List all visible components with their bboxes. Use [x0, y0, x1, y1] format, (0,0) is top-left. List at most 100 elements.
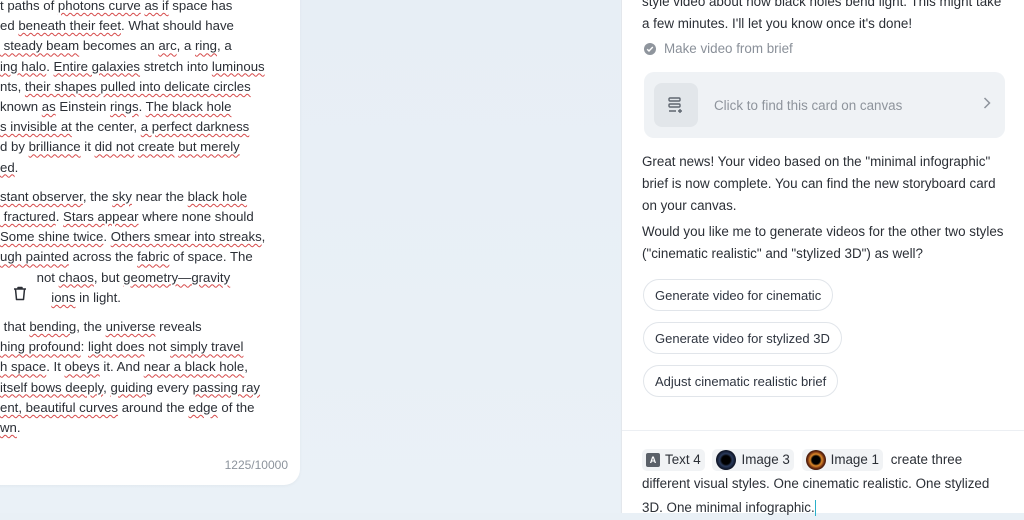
- text-card-body[interactable]: t paths of photons curve as if space has…: [0, 0, 300, 447]
- misspelled-text: rings: [109, 99, 139, 115]
- text-run: , the: [82, 188, 113, 204]
- text-run: d by: [0, 139, 29, 155]
- text-run: of space. The: [169, 249, 253, 265]
- misspelled-text: light does: [88, 339, 145, 355]
- text-run: Einstein: [55, 99, 110, 115]
- text-run: nts,: [0, 78, 25, 94]
- text-run: .: [14, 159, 19, 175]
- text-run: in light.: [75, 289, 121, 305]
- misspelled-text: simply travel: [170, 339, 244, 355]
- misspelled-text: Others smear into streaks: [110, 229, 262, 245]
- misspelled-text: near a black hole: [143, 359, 245, 375]
- text-paragraph: stant observer, the sky near the black h…: [0, 187, 300, 308]
- misspelled-text: geometry—gravity: [123, 269, 231, 285]
- misspelled-text: itself bows deeply: [0, 379, 104, 395]
- chat-panel: style video about how black holes bend l…: [621, 0, 1024, 517]
- misspelled-text: their shapes pulled into delicate circle…: [24, 78, 251, 94]
- step-label: Make video from brief: [664, 41, 793, 56]
- misspelled-text: beneath their feet: [18, 18, 121, 34]
- tag-label: Image 1: [830, 452, 879, 468]
- misspelled-text: a perfect darkness: [140, 119, 250, 135]
- text-run: known: [0, 99, 42, 115]
- misspelled-text: ing halo: [0, 58, 47, 74]
- misspelled-text: passing ray: [192, 379, 261, 395]
- misspelled-text: black hole: [187, 188, 248, 204]
- misspelled-text: The black hole: [145, 99, 232, 115]
- text-run: it: [80, 139, 95, 155]
- misspelled-text: as: [41, 99, 56, 115]
- misspelled-text: wn: [0, 420, 17, 436]
- find-card-label: Click to find this card on canvas: [714, 97, 903, 113]
- chat-input[interactable]: A Text 4 Image 3 Image 1 create three di…: [642, 448, 1012, 520]
- misspelled-text: stant observer: [0, 188, 83, 204]
- misspelled-text: Stars appear: [63, 209, 139, 225]
- text-paragraph: t paths of photons curve as if space has…: [0, 0, 300, 178]
- misspelled-text: ions: [51, 289, 76, 305]
- text-run: . It: [46, 359, 65, 375]
- context-tag-text[interactable]: A Text 4: [642, 449, 705, 472]
- text-run: ,: [261, 229, 266, 245]
- text-paragraph: that bending, the universe reveals hing p…: [0, 317, 300, 438]
- text-card[interactable]: t paths of photons curve as if space has…: [0, 0, 300, 485]
- text-run: every: [152, 379, 193, 395]
- text-run: .: [103, 229, 111, 245]
- image-thumbnail: [716, 450, 737, 471]
- misspelled-text: s invisible at: [0, 119, 72, 135]
- text-run: space has: [168, 0, 233, 13]
- text-icon: A: [646, 453, 660, 468]
- text-run: it. And: [99, 359, 144, 375]
- followup-message: Would you like me to generate videos for…: [642, 224, 1004, 261]
- misspelled-text: did not: [94, 139, 135, 155]
- suggestion-chip[interactable]: Adjust cinematic realistic brief: [643, 365, 839, 397]
- misspelled-text: obeys: [64, 359, 100, 375]
- text-cursor: [814, 500, 816, 517]
- misspelled-text: ed: [0, 159, 15, 175]
- text-run: , a: [217, 38, 232, 54]
- misspelled-text: universe: [105, 319, 156, 335]
- text-run: , a: [176, 38, 195, 54]
- misspelled-text: fractured: [0, 209, 56, 225]
- misspelled-text: but merely: [178, 139, 240, 155]
- suggestion-chip[interactable]: Generate video for cinematic: [643, 279, 834, 311]
- text-run: , but: [93, 269, 124, 285]
- text-run: stretch into: [140, 58, 212, 74]
- text-run: ,: [244, 359, 248, 375]
- text-run: ed: [0, 18, 19, 34]
- misspelled-text: brilliance: [28, 139, 81, 155]
- text-run: .: [16, 420, 21, 436]
- context-tag-image[interactable]: Image 3: [712, 449, 794, 472]
- misspelled-text: as if: [144, 0, 169, 13]
- misspelled-text: Some shine twice: [0, 229, 104, 245]
- image-thumbnail: [805, 450, 826, 471]
- misspelled-text: steady beam: [0, 38, 80, 54]
- misspelled-text: luminous: [211, 58, 265, 74]
- misspelled-text: sky: [112, 188, 132, 204]
- find-on-canvas-card[interactable]: Click to find this card on canvas: [644, 72, 1005, 138]
- misspelled-text: chaos: [58, 269, 94, 285]
- text-run: reveals: [155, 319, 202, 335]
- tag-label: Image 3: [741, 452, 790, 468]
- text-run: t paths of: [0, 0, 58, 13]
- context-tag-image[interactable]: Image 1: [801, 449, 883, 472]
- misspelled-text: ent, beautiful curves: [0, 399, 119, 415]
- suggestion-chip[interactable]: Generate video for stylized 3D: [643, 322, 842, 354]
- text-run: the center,: [71, 119, 141, 135]
- misspelled-text: ugh painted: [0, 249, 69, 265]
- text-run: .: [46, 58, 54, 74]
- delete-button[interactable]: [6, 282, 34, 310]
- misspelled-text: bending: [29, 319, 77, 335]
- text-run: of the: [217, 399, 255, 415]
- text-run: around the: [118, 399, 189, 415]
- misspelled-text: guiding: [110, 379, 153, 395]
- check-circle-icon: [644, 42, 656, 55]
- misspelled-text: Entire galaxies: [53, 58, 141, 74]
- storyboard-add-icon: [654, 83, 698, 127]
- misspelled-text: ring: [195, 38, 217, 54]
- text-run: where none should: [138, 209, 254, 225]
- misspelled-text: create: [137, 139, 175, 155]
- text-run: near the: [131, 188, 188, 204]
- text-run: :: [80, 339, 88, 355]
- misspelled-text: edge: [188, 399, 218, 415]
- misspelled-text: hing profound: [0, 339, 81, 355]
- misspelled-text: h space: [0, 359, 47, 375]
